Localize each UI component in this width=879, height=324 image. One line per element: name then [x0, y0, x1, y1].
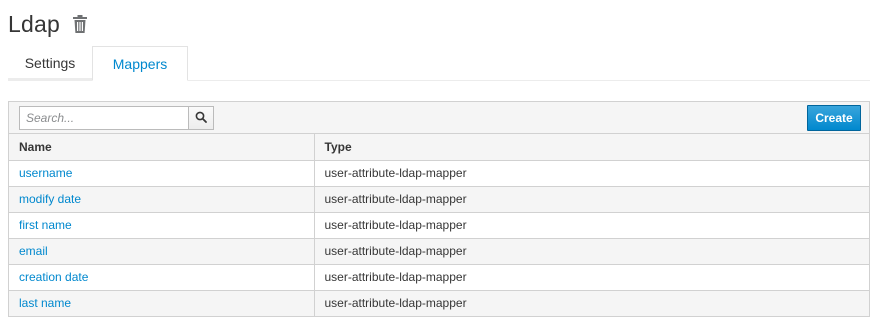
table-row: username user-attribute-ldap-mapper	[9, 160, 869, 187]
mapper-type: user-attribute-ldap-mapper	[314, 160, 869, 187]
trash-icon[interactable]	[72, 14, 88, 34]
table-row: creation date user-attribute-ldap-mapper	[9, 264, 869, 291]
tab-bar: Settings Mappers	[8, 46, 870, 81]
mappers-table: Name Type username user-attribute-ldap-m…	[9, 134, 869, 316]
column-header-name: Name	[9, 134, 315, 161]
create-button[interactable]: Create	[807, 105, 861, 131]
mapper-link[interactable]: username	[19, 166, 72, 180]
mapper-link[interactable]: modify date	[19, 192, 81, 206]
mapper-type: user-attribute-ldap-mapper	[314, 238, 869, 265]
column-header-type: Type	[314, 134, 869, 161]
table-row: last name user-attribute-ldap-mapper	[9, 290, 869, 316]
mapper-type: user-attribute-ldap-mapper	[314, 212, 869, 239]
page-title: Ldap	[8, 10, 60, 37]
page-header: Ldap	[8, 8, 88, 40]
mapper-type: user-attribute-ldap-mapper	[314, 264, 869, 291]
table-header-row: Name Type	[9, 134, 869, 161]
mapper-link[interactable]: email	[19, 244, 48, 258]
tab-settings[interactable]: Settings	[8, 46, 92, 81]
mapper-link[interactable]: creation date	[19, 270, 88, 284]
mappers-table-panel: Create Name Type username user-attribute…	[8, 101, 870, 317]
mapper-link[interactable]: last name	[19, 296, 71, 310]
tab-mappers[interactable]: Mappers	[92, 46, 188, 81]
search-button[interactable]	[188, 106, 214, 130]
table-row: modify date user-attribute-ldap-mapper	[9, 186, 869, 213]
table-row: email user-attribute-ldap-mapper	[9, 238, 869, 265]
search-icon	[195, 111, 207, 126]
table-toolbar: Create	[9, 102, 869, 134]
mapper-link[interactable]: first name	[19, 218, 72, 232]
mapper-type: user-attribute-ldap-mapper	[314, 186, 869, 213]
table-row: first name user-attribute-ldap-mapper	[9, 212, 869, 239]
search-input[interactable]	[19, 106, 188, 130]
mapper-type: user-attribute-ldap-mapper	[314, 290, 869, 316]
search-box	[19, 106, 214, 130]
